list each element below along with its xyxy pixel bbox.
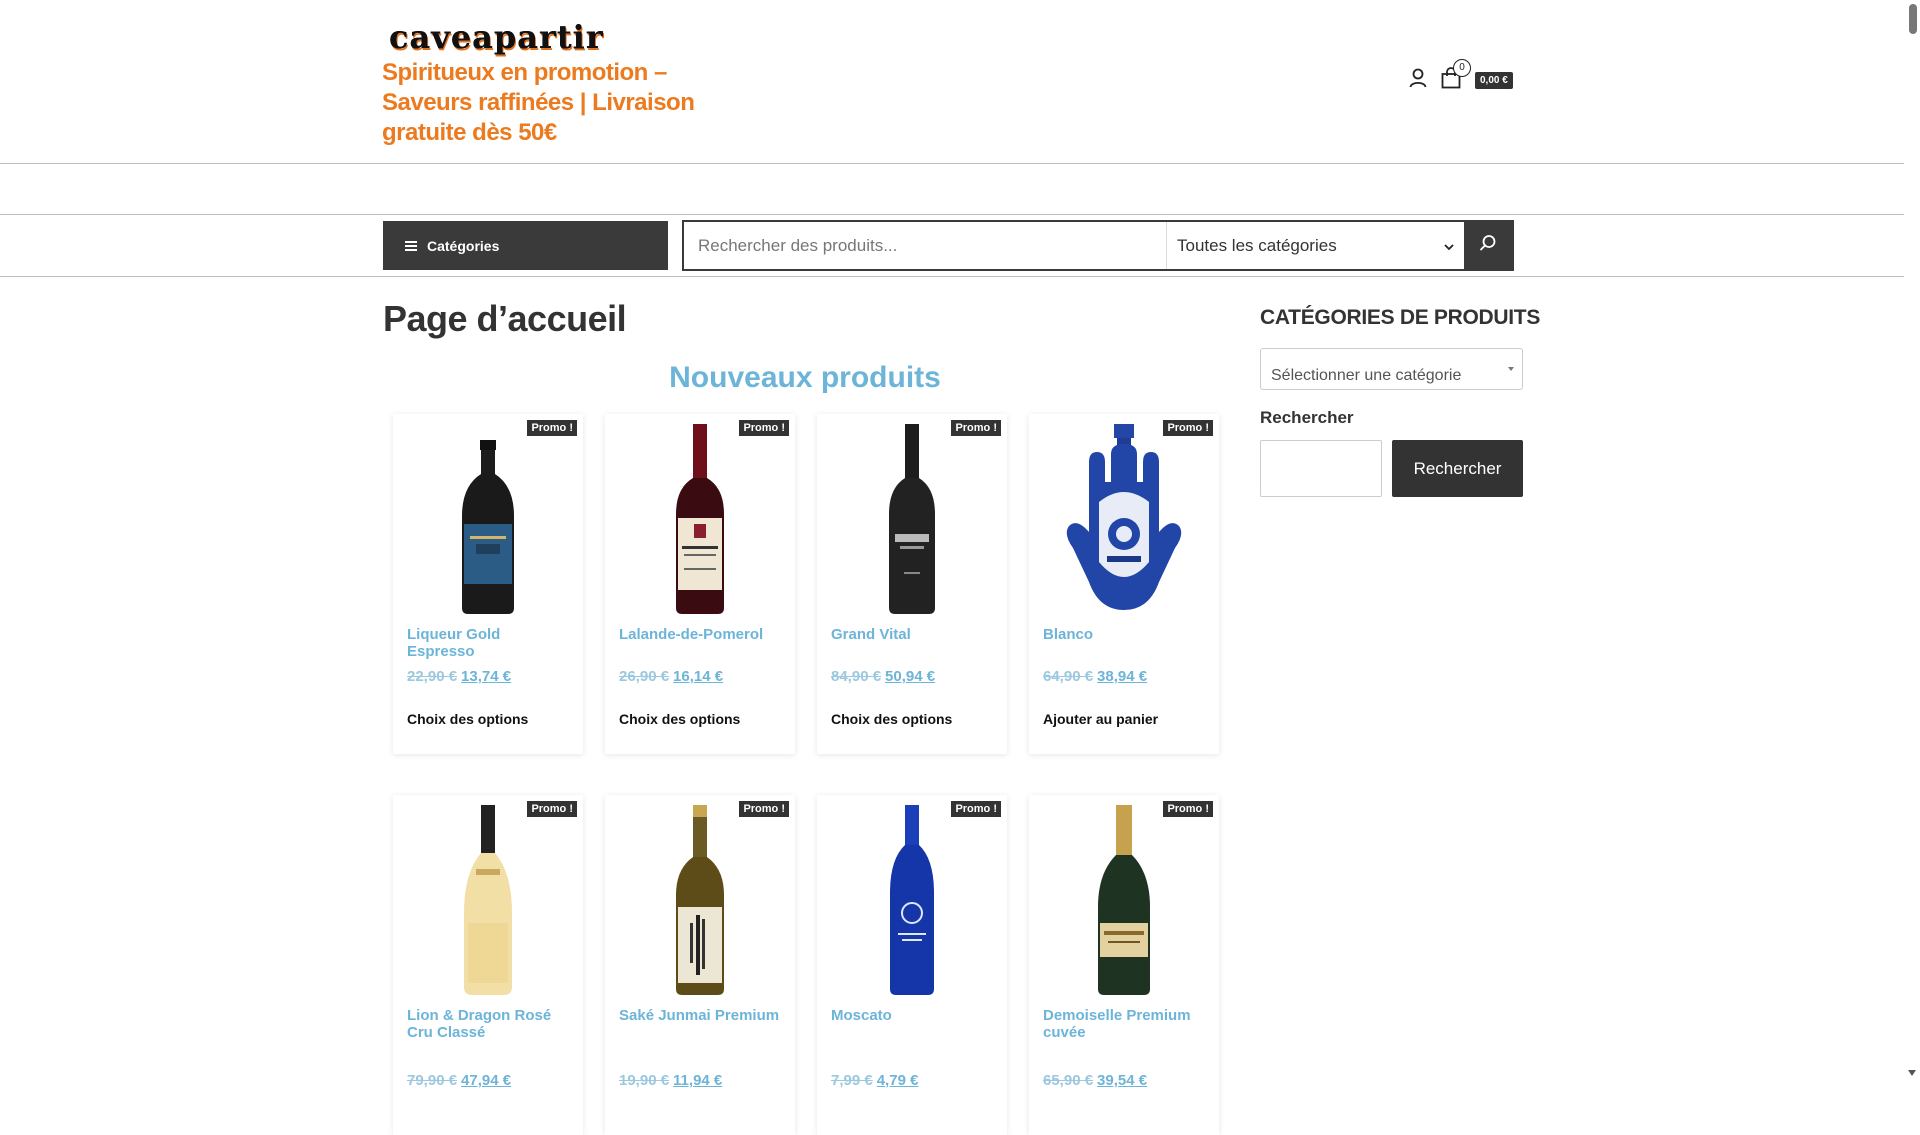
page-title: Page d’accueil — [383, 298, 627, 339]
category-select-value: Toutes les catégories — [1177, 235, 1337, 255]
nav-divider-top — [0, 214, 1904, 215]
product-price: 19,90 €11,94 € — [619, 1072, 722, 1089]
header-icons: 0 0,00 € — [1409, 59, 1513, 94]
search-icon — [1479, 234, 1497, 257]
product-card[interactable]: Promo ! Demoiselle Premium cuvée 65,90 €… — [1029, 795, 1219, 1135]
product-name[interactable]: Demoiselle Premium cuvée — [1043, 1007, 1208, 1041]
old-price: 22,90 € — [407, 668, 458, 685]
chevron-down-icon — [1444, 236, 1454, 256]
product-card[interactable]: Promo ! Lalande-de-Pomerol 26,90 €16,14 … — [605, 414, 795, 754]
product-image[interactable] — [393, 414, 583, 614]
promo-badge: Promo ! — [951, 801, 1001, 817]
menu-icon — [405, 240, 417, 251]
promo-badge: Promo ! — [739, 420, 789, 436]
product-image[interactable] — [817, 795, 1007, 995]
product-name[interactable]: Moscato — [831, 1007, 996, 1024]
sale-price: 47,94 € — [461, 1072, 512, 1089]
product-name[interactable]: Liqueur Gold Espresso — [407, 626, 572, 660]
site-tagline: Spiritueux en promotion – Saveurs raffin… — [382, 59, 695, 146]
select-options-button[interactable]: Choix des options — [831, 711, 952, 727]
product-image[interactable] — [1029, 414, 1219, 614]
product-price: 79,90 €47,94 € — [407, 1072, 511, 1089]
sidebar-search-input[interactable] — [1260, 440, 1382, 497]
page: caveapartir Spiritueux en promotion – Sa… — [0, 0, 1904, 1135]
product-card[interactable]: Promo ! Blanco 64,90 €38,94 € Ajouter au… — [1029, 414, 1219, 754]
promo-badge: Promo ! — [951, 420, 1001, 436]
old-price: 7,99 € — [831, 1072, 873, 1089]
product-name[interactable]: Grand Vital — [831, 626, 996, 643]
old-price: 65,90 € — [1043, 1072, 1094, 1089]
site-logo[interactable]: caveapartir — [389, 18, 604, 56]
promo-badge: Promo ! — [527, 801, 577, 817]
product-card[interactable]: Promo ! Saké Junmai Premium 19,90 €11,94… — [605, 795, 795, 1135]
product-search-bar: Toutes les catégories — [682, 220, 1514, 271]
product-name[interactable]: Saké Junmai Premium — [619, 1007, 784, 1024]
promo-badge: Promo ! — [739, 801, 789, 817]
categories-menu-button[interactable]: Catégories — [383, 221, 668, 270]
sale-price: 38,94 € — [1097, 668, 1148, 685]
cart-button[interactable]: 0 — [1441, 59, 1471, 89]
product-card[interactable]: Promo ! Lion & Dragon Rosé Cru Classé 79… — [393, 795, 583, 1135]
product-card[interactable]: Promo ! Moscato 7,99 €4,79 € — [817, 795, 1007, 1135]
sale-price: 16,14 € — [673, 668, 724, 685]
product-price: 64,90 €38,94 € — [1043, 668, 1147, 685]
product-name[interactable]: Blanco — [1043, 626, 1208, 643]
old-price: 19,90 € — [619, 1072, 670, 1089]
product-card[interactable]: Promo ! Grand Vital 84,90 €50,94 € Choix… — [817, 414, 1007, 754]
product-search-input[interactable] — [684, 222, 1166, 269]
search-submit-button[interactable] — [1464, 222, 1512, 269]
scrollbar-thumb[interactable] — [1909, 4, 1917, 34]
product-price: 26,90 €16,14 € — [619, 668, 723, 685]
promo-badge: Promo ! — [1163, 801, 1213, 817]
product-categories-title: CATÉGORIES DE PRODUITS — [1260, 306, 1541, 329]
category-dropdown[interactable]: Sélectionner une catégorie — [1260, 348, 1523, 390]
caret-down-icon — [1508, 367, 1514, 371]
add-to-cart-button[interactable]: Ajouter au panier — [1043, 711, 1158, 727]
sale-price: 11,94 € — [673, 1072, 723, 1089]
nav-divider-bottom — [0, 276, 1904, 277]
promo-badge: Promo ! — [527, 420, 577, 436]
select-options-button[interactable]: Choix des options — [407, 711, 528, 727]
old-price: 79,90 € — [407, 1072, 458, 1089]
old-price: 84,90 € — [831, 668, 882, 685]
scroll-down-arrow-icon[interactable] — [1908, 1070, 1916, 1076]
old-price: 64,90 € — [1043, 668, 1094, 685]
category-dropdown-placeholder: Sélectionner une catégorie — [1271, 367, 1462, 384]
cart-count-badge: 0 — [1453, 59, 1471, 77]
old-price: 26,90 € — [619, 668, 670, 685]
product-image[interactable] — [817, 414, 1007, 614]
sale-price: 13,74 € — [461, 668, 512, 685]
sidebar-search-button[interactable]: Rechercher — [1392, 440, 1523, 497]
product-name[interactable]: Lion & Dragon Rosé Cru Classé — [407, 1007, 572, 1041]
product-price: 84,90 €50,94 € — [831, 668, 935, 685]
product-image[interactable] — [605, 795, 795, 995]
category-select[interactable]: Toutes les catégories — [1166, 222, 1464, 269]
product-price: 65,90 €39,54 € — [1043, 1072, 1147, 1089]
product-image[interactable] — [605, 414, 795, 614]
sale-price: 4,79 € — [876, 1072, 919, 1089]
product-name[interactable]: Lalande-de-Pomerol — [619, 626, 784, 643]
product-image[interactable] — [393, 795, 583, 995]
product-card[interactable]: Promo ! Liqueur Gold Espresso 22,90 €13,… — [393, 414, 583, 754]
product-price: 7,99 €4,79 € — [831, 1072, 918, 1089]
categories-menu-label: Catégories — [427, 237, 500, 254]
sale-price: 39,54 € — [1097, 1072, 1148, 1089]
section-title: Nouveaux produits — [669, 361, 941, 394]
select-options-button[interactable]: Choix des options — [619, 711, 740, 727]
header-divider — [0, 163, 1904, 164]
user-account-icon[interactable] — [1409, 68, 1427, 88]
cart-total[interactable]: 0,00 € — [1475, 71, 1513, 89]
page-scrollbar[interactable] — [1904, 0, 1920, 1080]
product-price: 22,90 €13,74 € — [407, 668, 511, 685]
sidebar-search-label: Rechercher — [1260, 408, 1354, 427]
product-image[interactable] — [1029, 795, 1219, 995]
promo-badge: Promo ! — [1163, 420, 1213, 436]
sale-price: 50,94 € — [885, 668, 936, 685]
